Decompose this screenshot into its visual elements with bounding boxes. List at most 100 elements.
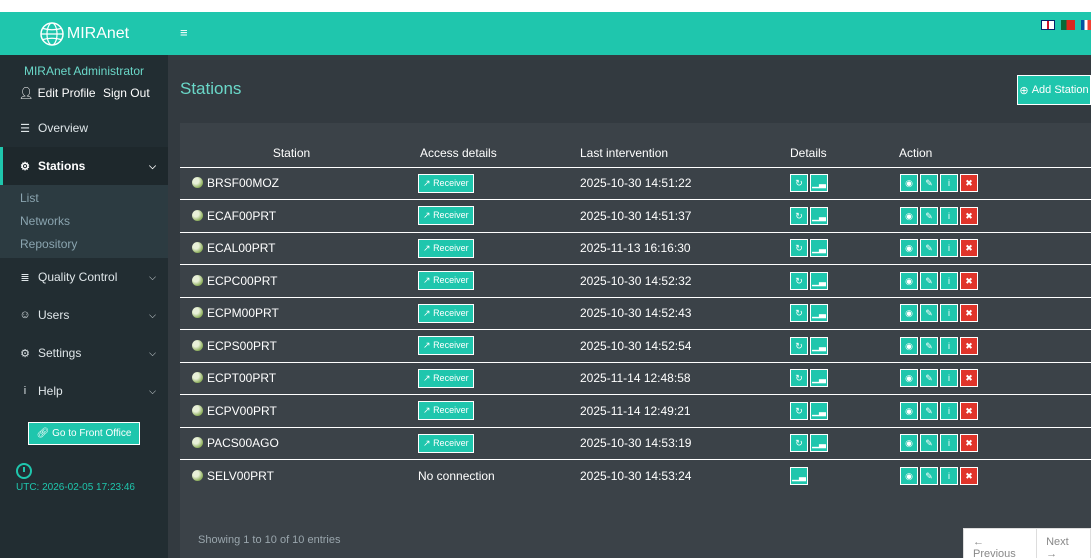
station-name[interactable]: ECPV00PRT	[207, 404, 277, 418]
menu-toggle-icon[interactable]: ≡	[180, 25, 188, 40]
refresh-icon[interactable]: ↻	[790, 271, 808, 290]
edit-icon[interactable]: ✎	[920, 206, 938, 225]
nav-help[interactable]: i Help ⌵	[0, 372, 168, 410]
delete-icon[interactable]: ✖	[960, 206, 978, 225]
refresh-icon[interactable]: ↻	[790, 206, 808, 225]
delete-icon[interactable]: ✖	[960, 434, 978, 453]
receiver-button[interactable]: ↗ Receiver	[418, 401, 474, 421]
chart-icon[interactable]: ▁▃	[810, 401, 828, 420]
edit-icon[interactable]: ✎	[920, 369, 938, 388]
info-icon[interactable]: i	[940, 467, 958, 485]
delete-icon[interactable]: ✖	[960, 467, 978, 485]
view-icon[interactable]: ◉	[900, 206, 918, 225]
header-last-intervention[interactable]: Last intervention	[564, 139, 774, 168]
info-icon[interactable]: i	[940, 174, 958, 193]
station-name[interactable]: BRSF00MOZ	[207, 176, 279, 190]
refresh-icon[interactable]: ↻	[790, 174, 808, 193]
info-icon[interactable]: i	[940, 369, 958, 388]
view-icon[interactable]: ◉	[900, 434, 918, 453]
subnav-list[interactable]: List	[0, 187, 168, 210]
portugal-flag-icon[interactable]	[1061, 20, 1075, 30]
delete-icon[interactable]: ✖	[960, 369, 978, 388]
chart-icon[interactable]: ▁▃	[810, 206, 828, 225]
delete-icon[interactable]: ✖	[960, 304, 978, 323]
view-icon[interactable]: ◉	[900, 271, 918, 290]
edit-icon[interactable]: ✎	[920, 434, 938, 453]
station-name[interactable]: ECPM00PRT	[207, 306, 279, 320]
chart-icon[interactable]: ▁▃	[810, 369, 828, 388]
view-icon[interactable]: ◉	[900, 239, 918, 258]
delete-icon[interactable]: ✖	[960, 336, 978, 355]
info-icon[interactable]: i	[940, 434, 958, 453]
front-office-button[interactable]: 🔗︎ Go to Front Office	[27, 422, 141, 445]
delete-icon[interactable]: ✖	[960, 174, 978, 193]
refresh-icon[interactable]: ↻	[790, 239, 808, 258]
info-icon[interactable]: i	[940, 271, 958, 290]
info-icon[interactable]: i	[940, 239, 958, 258]
station-name[interactable]: ECAF00PRT	[207, 209, 276, 223]
info-icon[interactable]: i	[940, 401, 958, 420]
chart-icon[interactable]: ▁▃	[810, 304, 828, 323]
view-icon[interactable]: ◉	[900, 369, 918, 388]
receiver-button[interactable]: ↗ Receiver	[418, 173, 474, 193]
edit-icon[interactable]: ✎	[920, 336, 938, 355]
station-name[interactable]: ECAL00PRT	[207, 241, 275, 255]
refresh-icon[interactable]: ↻	[790, 434, 808, 453]
chart-icon[interactable]: ▁▃	[810, 271, 828, 290]
nav-users[interactable]: ☺ Users ⌵	[0, 296, 168, 334]
edit-icon[interactable]: ✎	[920, 239, 938, 258]
edit-icon[interactable]: ✎	[920, 467, 938, 485]
chart-icon[interactable]: ▁▃	[810, 239, 828, 258]
view-icon[interactable]: ◉	[900, 401, 918, 420]
station-name[interactable]: ECPC00PRT	[207, 274, 277, 288]
station-name[interactable]: PACS00AGO	[207, 436, 279, 450]
info-icon[interactable]: i	[940, 304, 958, 323]
nav-stations[interactable]: ⚙ Stations ⌵	[0, 147, 168, 185]
nav-settings[interactable]: ⚙ Settings ⌵	[0, 334, 168, 372]
subnav-networks[interactable]: Networks	[0, 210, 168, 233]
receiver-button[interactable]: ↗ Receiver	[418, 271, 474, 291]
header-station[interactable]: Station	[180, 139, 403, 168]
header-access[interactable]: Access details	[403, 139, 564, 168]
receiver-button[interactable]: ↗ Receiver	[418, 303, 474, 323]
refresh-icon[interactable]: ↻	[790, 336, 808, 355]
nav-quality-control[interactable]: ≣ Quality Control ⌵	[0, 258, 168, 296]
receiver-button[interactable]: ↗ Receiver	[418, 336, 474, 356]
station-name[interactable]: SELV00PRT	[207, 469, 274, 483]
edit-icon[interactable]: ✎	[920, 304, 938, 323]
header-details[interactable]: Details	[774, 139, 888, 168]
nav-overview[interactable]: ☰ Overview	[0, 109, 168, 147]
delete-icon[interactable]: ✖	[960, 239, 978, 258]
edit-icon[interactable]: ✎	[920, 174, 938, 193]
brand[interactable]: MIRAnet	[0, 12, 168, 55]
refresh-icon[interactable]: ↻	[790, 401, 808, 420]
edit-icon[interactable]: ✎	[920, 401, 938, 420]
delete-icon[interactable]: ✖	[960, 401, 978, 420]
sign-out-link[interactable]: Sign Out	[103, 86, 150, 100]
subnav-repository[interactable]: Repository	[0, 233, 168, 256]
previous-button[interactable]: ← Previous	[964, 529, 1038, 558]
next-button[interactable]: Next →	[1037, 529, 1090, 558]
edit-icon[interactable]: ✎	[920, 271, 938, 290]
refresh-icon[interactable]: ↻	[790, 369, 808, 388]
receiver-button[interactable]: ↗ Receiver	[418, 238, 474, 258]
chart-icon[interactable]: ▁▃	[810, 336, 828, 355]
info-icon[interactable]: i	[940, 336, 958, 355]
info-icon[interactable]: i	[940, 206, 958, 225]
edit-profile-link[interactable]: Edit Profile	[38, 86, 96, 100]
station-name[interactable]: ECPT00PRT	[207, 371, 276, 385]
view-icon[interactable]: ◉	[900, 304, 918, 323]
view-icon[interactable]: ◉	[900, 467, 918, 485]
receiver-button[interactable]: ↗ Receiver	[418, 433, 474, 453]
add-station-button[interactable]: ⊕ Add Station	[1017, 75, 1091, 105]
receiver-button[interactable]: ↗ Receiver	[418, 206, 474, 226]
chart-icon[interactable]: ▁▃	[810, 434, 828, 453]
view-icon[interactable]: ◉	[900, 336, 918, 355]
receiver-button[interactable]: ↗ Receiver	[418, 368, 474, 388]
delete-icon[interactable]: ✖	[960, 271, 978, 290]
chart-icon[interactable]: ▁▃	[790, 467, 808, 485]
view-icon[interactable]: ◉	[900, 174, 918, 193]
uk-flag-icon[interactable]	[1041, 20, 1055, 30]
header-action[interactable]: Action	[888, 139, 1091, 168]
refresh-icon[interactable]: ↻	[790, 304, 808, 323]
